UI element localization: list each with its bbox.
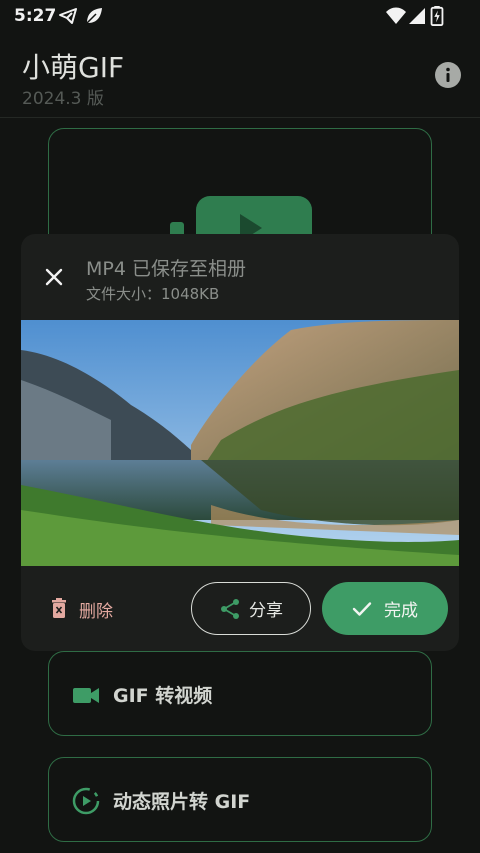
leaf-icon bbox=[86, 8, 102, 24]
info-icon[interactable] bbox=[434, 61, 462, 89]
app-title: 小萌GIF bbox=[22, 51, 125, 84]
battery-charging-icon bbox=[430, 6, 444, 26]
menu-item-label: GIF 转视频 bbox=[113, 685, 213, 707]
file-size-text: 文件大小：1048KB bbox=[86, 285, 220, 303]
done-button-label: 完成 bbox=[384, 601, 418, 621]
app-version: 2024.3 版 bbox=[22, 89, 104, 109]
close-icon[interactable] bbox=[41, 264, 67, 290]
motion-photo-icon bbox=[72, 787, 100, 815]
menu-item-motion-photo-to-gif[interactable]: 动态照片转 GIF bbox=[48, 757, 432, 842]
status-time: 5:27 bbox=[14, 6, 57, 26]
share-button-label: 分享 bbox=[249, 601, 283, 621]
share-icon bbox=[221, 598, 239, 619]
telegram-icon bbox=[59, 8, 77, 24]
video-camera-icon bbox=[73, 688, 99, 703]
delete-button[interactable]: 删除 bbox=[49, 594, 113, 624]
menu-item-label: 动态照片转 GIF bbox=[113, 791, 251, 813]
signal-icon bbox=[409, 8, 425, 24]
delete-button-label: 删除 bbox=[79, 601, 113, 622]
video-preview-image bbox=[21, 320, 459, 566]
header-divider bbox=[0, 117, 480, 118]
check-icon bbox=[352, 601, 372, 616]
status-bar: 5:27 bbox=[0, 0, 480, 34]
trash-icon bbox=[52, 598, 66, 618]
share-button[interactable]: 分享 bbox=[191, 582, 311, 635]
menu-item-gif-to-video[interactable]: GIF 转视频 bbox=[48, 651, 432, 736]
save-result-dialog: MP4 已保存至相册 文件大小：1048KB 删除 分享 完成 bbox=[21, 234, 459, 651]
dialog-title: MP4 已保存至相册 bbox=[86, 258, 246, 280]
done-button[interactable]: 完成 bbox=[322, 582, 448, 635]
wifi-icon bbox=[386, 7, 406, 24]
